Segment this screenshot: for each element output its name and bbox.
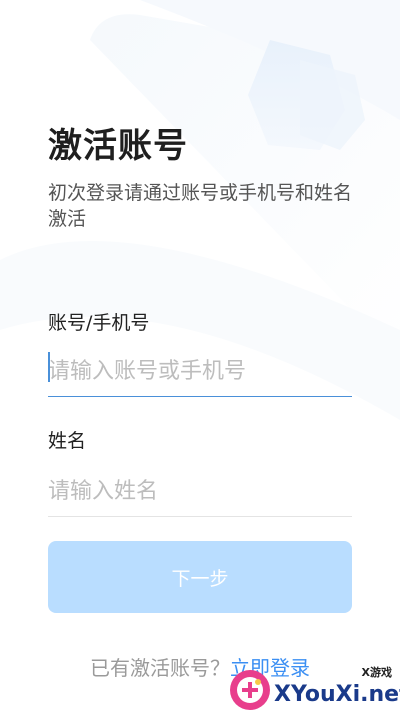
login-prompt-text: 已有激活账号？	[90, 656, 230, 680]
name-field[interactable]	[48, 466, 352, 517]
gamepad-logo-icon	[230, 670, 270, 710]
account-field[interactable]	[48, 346, 352, 397]
text-caret	[48, 352, 50, 382]
name-input[interactable]	[48, 466, 352, 516]
page-subtitle: 初次登录请通过账号或手机号和姓名激活	[48, 182, 353, 230]
watermark-brand: XYouXi.net	[274, 682, 400, 707]
account-input[interactable]	[48, 346, 352, 396]
page-title: 激活账号	[48, 126, 188, 166]
next-step-button[interactable]: 下一步	[48, 541, 352, 613]
account-field-label: 账号/手机号	[48, 312, 150, 334]
watermark-sub: X游戏	[361, 666, 392, 679]
watermark: X游戏 XYouXi.net	[222, 658, 400, 720]
name-field-label: 姓名	[48, 430, 87, 452]
